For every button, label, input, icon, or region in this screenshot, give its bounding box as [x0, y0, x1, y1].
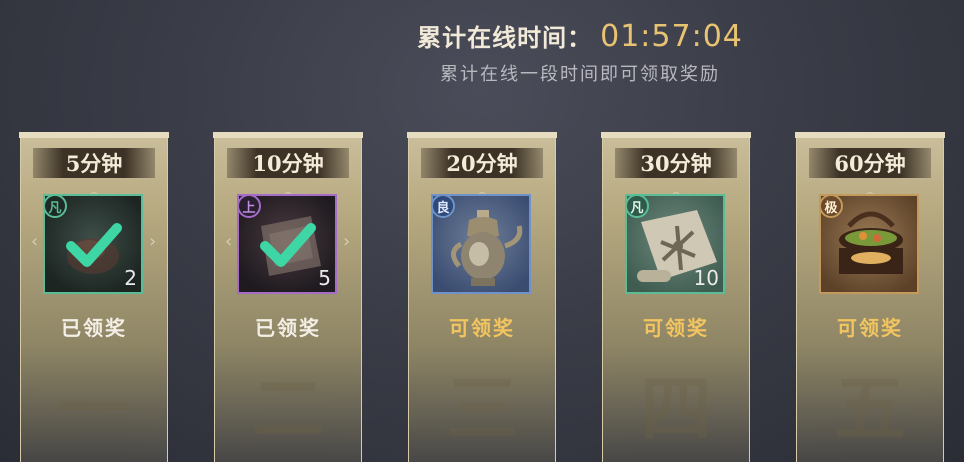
grade-badge: 上 — [239, 196, 261, 218]
claim-status: 已领奖 — [61, 316, 127, 340]
grade-badge: 极 — [821, 196, 843, 218]
reward-card-10min[interactable]: 10分钟 ︿ ‹ › 上 5 已领奖 二 — [213, 132, 363, 462]
chevron-right-icon: › — [149, 231, 157, 252]
reward-time-label: 30分钟 — [615, 148, 737, 178]
card-top-trim — [19, 132, 169, 138]
card-numeral: 二 — [251, 366, 324, 451]
reward-card-5min[interactable]: 5分钟 ︿ ‹ › 凡 2 已领奖 一 — [19, 132, 169, 462]
reward-time-label: 60分钟 — [809, 148, 931, 178]
card-numeral: 五 — [833, 366, 906, 451]
reward-time-label: 5分钟 — [33, 148, 155, 178]
reward-card-60min[interactable]: 60分钟 ︿ 极 可领奖 五 — [795, 132, 945, 462]
reward-time-label: 20分钟 — [421, 148, 543, 178]
online-time-title: 累计在线时间： 01:57:04 — [0, 18, 964, 54]
online-reward-hint: 累计在线一段时间即可领取奖励 — [440, 64, 720, 85]
card-numeral: 一 — [57, 366, 130, 451]
reward-item-slot[interactable]: 凡 10 — [625, 194, 725, 294]
claim-status[interactable]: 可领奖 — [409, 312, 555, 341]
card-numeral: 三 — [445, 366, 518, 451]
grade-badge: 凡 — [627, 196, 649, 218]
reward-card-20min[interactable]: 20分钟 ︿ 良 可领奖 三 — [407, 132, 557, 462]
chevron-left-icon: ‹ — [225, 231, 233, 252]
grade-badge: 凡 — [45, 196, 67, 218]
claimed-check-icon — [260, 223, 316, 267]
header: 累计在线时间： 01:57:04 累计在线一段时间即可领取奖励 — [0, 0, 964, 100]
claimed-check-icon — [66, 223, 122, 267]
claim-status[interactable]: 可领奖 — [797, 312, 943, 341]
reward-item-slot[interactable]: 极 — [819, 194, 919, 294]
chevron-right-icon: › — [343, 231, 351, 252]
reward-item-slot[interactable]: 上 5 — [237, 194, 337, 294]
card-top-trim — [601, 132, 751, 138]
item-quantity: 5 — [318, 266, 331, 290]
card-top-trim — [213, 132, 363, 138]
card-top-trim — [407, 132, 557, 138]
card-top-trim — [795, 132, 945, 138]
reward-time-label: 10分钟 — [227, 148, 349, 178]
claim-status[interactable]: 可领奖 — [603, 312, 749, 341]
item-quantity: 2 — [124, 266, 137, 290]
online-time-label: 累计在线时间： — [417, 23, 593, 52]
reward-item-slot[interactable]: 良 — [431, 194, 531, 294]
claim-status: 已领奖 — [255, 316, 321, 340]
item-quantity: 10 — [693, 266, 719, 290]
grade-badge: 良 — [433, 196, 455, 218]
reward-card-30min[interactable]: 30分钟 ︿ 凡 10 可领奖 四 — [601, 132, 751, 462]
card-numeral: 四 — [639, 366, 712, 451]
chevron-left-icon: ‹ — [31, 231, 39, 252]
online-time-value: 01:57:04 — [600, 19, 743, 54]
reward-item-slot[interactable]: 凡 2 — [43, 194, 143, 294]
